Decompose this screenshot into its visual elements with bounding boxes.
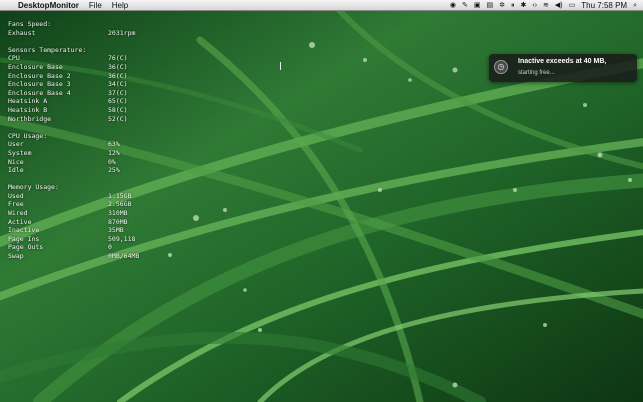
memory-label: Free (8, 200, 24, 209)
sensor-row: Heatsink A 65(C) (8, 97, 188, 106)
bluetooth-icon[interactable]: ✱ (521, 0, 527, 11)
growl-notification[interactable]: ◷ Inactive exceeds at 40 MB, starting fr… (489, 54, 637, 82)
gear-icon[interactable]: ✲ (499, 0, 505, 11)
battery-icon[interactable]: ▭ (569, 0, 576, 11)
cpu-label: Nice (8, 157, 24, 166)
memory-row: Inactive 35MB (8, 226, 188, 235)
fan-row: Exhaust 2031rpm (8, 29, 188, 38)
cpu-row: Idle 25% (8, 166, 188, 175)
sensor-label: Enclosure Base (8, 62, 63, 71)
sensor-value: 58(C) (108, 105, 128, 114)
memory-label: Wired (8, 209, 28, 218)
memory-value: 0 (108, 243, 112, 252)
memory-label: Swap (8, 252, 24, 261)
sensor-label: Heatsink A (8, 97, 48, 106)
sensor-label: Enclosure Base 2 (8, 71, 71, 80)
cpu-row: Nice 0% (8, 158, 188, 167)
memory-header: Memory Usage: (8, 183, 59, 192)
cpu-row: User 63% (8, 140, 188, 149)
memory-value: 0MB/64MB (108, 252, 140, 261)
menu-file[interactable]: File (89, 0, 102, 11)
sensor-row: Enclosure Base 2 36(C) (8, 72, 188, 81)
cpu-label: Idle (8, 166, 24, 175)
memory-row: Wired 310MB (8, 209, 188, 218)
fans-section: Fans Speed: Exhaust 2031rpm (8, 20, 188, 37)
volume-icon[interactable]: ◀) (555, 0, 563, 11)
sensor-label: Northbridge (8, 114, 52, 123)
sensor-value: 76(C) (108, 54, 128, 63)
cpu-header: CPU Usage: (8, 131, 48, 140)
memory-label: Page Outs (8, 243, 44, 252)
wifi-icon[interactable]: ≋ (543, 0, 549, 11)
notification-body: starting free... (518, 70, 555, 76)
sensor-value: 36(C) (108, 71, 128, 80)
memory-row: Active 870MB (8, 218, 188, 227)
fan-label: Exhaust (8, 28, 36, 37)
text-cursor (280, 62, 281, 70)
memory-value: 870MB (108, 217, 128, 226)
cpu-label: User (8, 140, 24, 149)
memory-row: Page Outs 0 (8, 243, 188, 252)
sensors-section: Sensors Temperature: CPU 76(C) Enclosure … (8, 46, 188, 123)
script-icon[interactable]: ✎ (462, 0, 468, 11)
code-icon[interactable]: ‹› (532, 0, 537, 11)
app-menu-desktopmonitor[interactable]: DesktopMonitor (18, 0, 79, 11)
cpu-label: System (8, 148, 32, 157)
clock-icon: ◷ (494, 60, 508, 74)
sensor-value: 52(C) (108, 114, 128, 123)
cpu-value: 25% (108, 166, 120, 175)
sensor-row: CPU 76(C) (8, 54, 188, 63)
memory-section: Memory Usage: Used 1.15GB Free 2.56GB Wire… (8, 183, 188, 260)
memory-label: Active (8, 217, 32, 226)
memory-value: 310MB (108, 209, 128, 218)
sensors-header: Sensors Temperature: (8, 45, 87, 54)
cpu-value: 63% (108, 140, 120, 149)
fan-value: 2031rpm (108, 28, 136, 37)
memory-label: Inactive (8, 226, 40, 235)
sensor-value: 36(C) (108, 62, 128, 71)
system-monitor-overlay: Fans Speed: Exhaust 2031rpm Sensors Temp… (8, 20, 188, 269)
fans-header: Fans Speed: (8, 20, 52, 28)
window-icon[interactable]: ▣ (474, 0, 481, 11)
pause-icon[interactable]: ⏸ (511, 0, 515, 11)
app-status-icon[interactable]: ◉ (450, 0, 456, 11)
cpu-value: 0% (108, 157, 116, 166)
cpu-row: System 12% (8, 149, 188, 158)
memory-row: Free 2.56GB (8, 200, 188, 209)
cpu-value: 12% (108, 148, 120, 157)
sensor-row: Enclosure Base 3 34(C) (8, 80, 188, 89)
menubar-clock[interactable]: Thu 7:58 PM (581, 0, 627, 11)
memory-value: 509,118 (108, 234, 136, 243)
sensor-value: 65(C) (108, 97, 128, 106)
memory-value: 2.56GB (108, 200, 132, 209)
sensor-label: CPU (8, 54, 20, 63)
sensor-value: 34(C) (108, 80, 128, 89)
notification-title: Inactive exceeds at 40 MB, (518, 58, 607, 65)
spotlight-search-icon[interactable]: ⌕ (633, 0, 637, 11)
sensor-row: Heatsink B 58(C) (8, 106, 188, 115)
sensor-label: Enclosure Base 3 (8, 80, 71, 89)
memory-value: 35MB (108, 226, 124, 235)
menu-bar: DesktopMonitor File Help ◉ ✎ ▣ ▤ ✲ ⏸ ✱ ‹… (0, 0, 643, 11)
memory-row: Used 1.15GB (8, 192, 188, 201)
sensor-row: Enclosure Base 36(C) (8, 63, 188, 72)
sensor-label: Heatsink B (8, 105, 48, 114)
sensor-row: Northbridge 52(C) (8, 115, 188, 124)
battery-monitor-icon[interactable]: ▤ (487, 0, 494, 11)
memory-row: Swap 0MB/64MB (8, 252, 188, 261)
menu-help[interactable]: Help (112, 0, 128, 11)
cpu-section: CPU Usage: User 63% System 12% Nice 0% Idle… (8, 132, 188, 175)
